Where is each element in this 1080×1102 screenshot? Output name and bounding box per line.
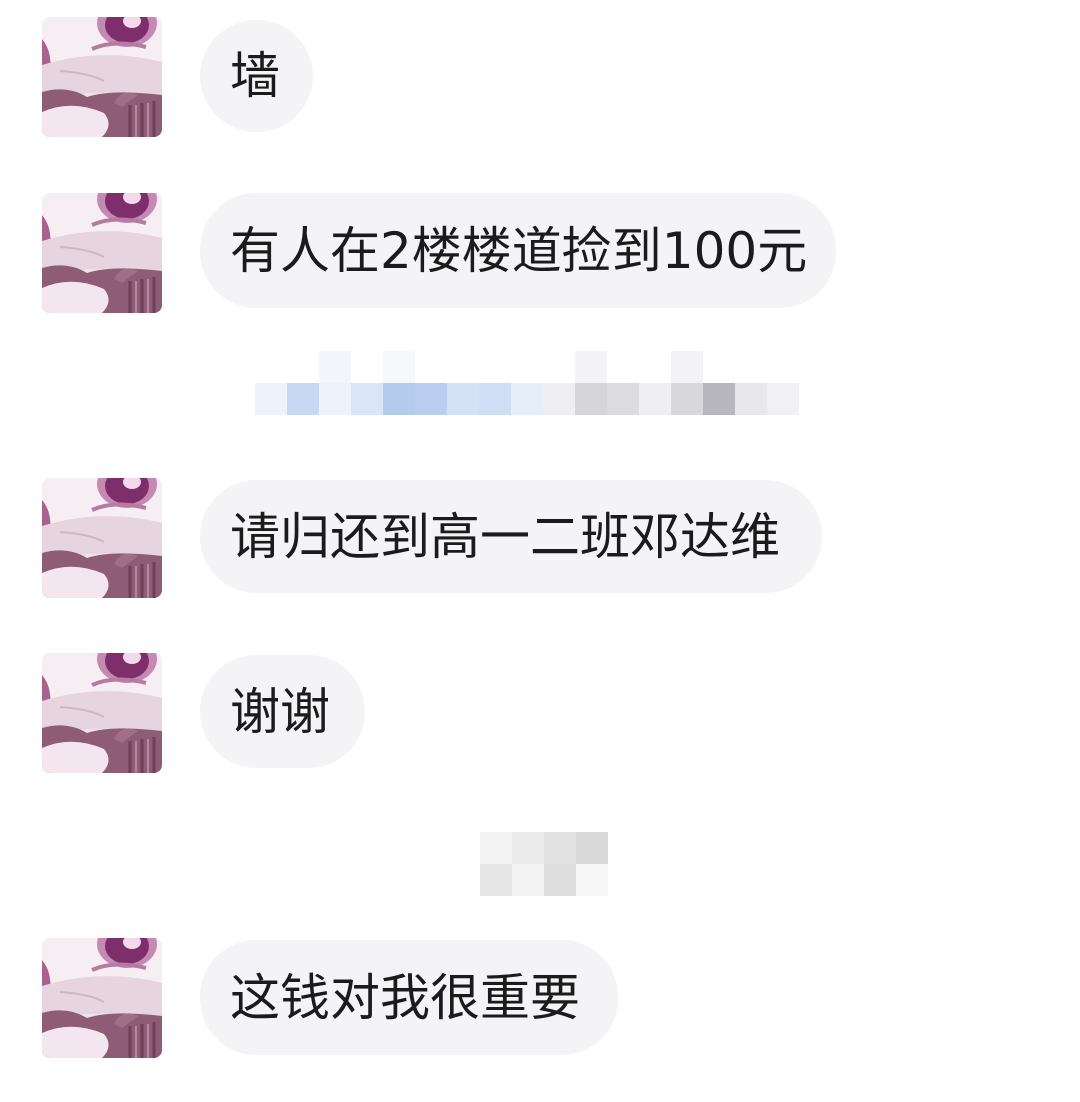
message-row: 谢谢 bbox=[0, 653, 1080, 778]
message-bubble[interactable]: 有人在2楼楼道捡到100元 bbox=[200, 193, 836, 308]
message-text: 谢谢 bbox=[230, 682, 330, 741]
message-bubble[interactable]: 谢谢 bbox=[200, 655, 365, 768]
redacted-cell bbox=[703, 383, 735, 415]
redacted-cell bbox=[576, 864, 608, 896]
avatar-image bbox=[42, 193, 162, 313]
redacted-block bbox=[480, 832, 608, 896]
chat-message-list[interactable]: 墙 有人在2楼楼道捡到100元 请归还到高一二班邓达维 谢谢 这钱对我很重要 bbox=[0, 0, 1080, 1102]
message-text: 请归还到高一二班邓达维 bbox=[230, 507, 780, 566]
sender-avatar[interactable] bbox=[42, 478, 162, 598]
message-text: 墙 bbox=[230, 47, 280, 105]
redacted-cell bbox=[287, 383, 319, 415]
sender-avatar[interactable] bbox=[42, 938, 162, 1058]
redacted-cell bbox=[543, 351, 575, 383]
redacted-cell bbox=[543, 383, 575, 415]
avatar-image bbox=[42, 17, 162, 137]
redacted-cell bbox=[607, 383, 639, 415]
redacted-cell bbox=[511, 351, 543, 383]
redacted-cell bbox=[480, 864, 512, 896]
redacted-cell bbox=[767, 351, 799, 383]
redacted-row bbox=[255, 383, 799, 415]
sender-avatar[interactable] bbox=[42, 193, 162, 313]
redacted-cell bbox=[479, 383, 511, 415]
redacted-cell bbox=[512, 864, 544, 896]
redacted-cell bbox=[319, 351, 351, 383]
redacted-cell bbox=[351, 383, 383, 415]
redacted-cell bbox=[319, 383, 351, 415]
redacted-cell bbox=[511, 383, 543, 415]
message-bubble[interactable]: 墙 bbox=[200, 20, 313, 132]
redacted-row bbox=[480, 832, 608, 864]
redacted-row bbox=[480, 864, 608, 896]
redacted-cell bbox=[575, 351, 607, 383]
redacted-cell bbox=[671, 383, 703, 415]
redacted-cell bbox=[735, 383, 767, 415]
sender-avatar[interactable] bbox=[42, 17, 162, 137]
redacted-cell bbox=[383, 351, 415, 383]
sender-avatar[interactable] bbox=[42, 653, 162, 773]
redacted-cell bbox=[639, 351, 671, 383]
message-row: 请归还到高一二班邓达维 bbox=[0, 478, 1080, 603]
avatar-image bbox=[42, 478, 162, 598]
message-row: 这钱对我很重要 bbox=[0, 938, 1080, 1063]
message-row: 墙 bbox=[0, 17, 1080, 142]
redacted-cell bbox=[703, 351, 735, 383]
redacted-block bbox=[255, 351, 799, 415]
redacted-cell bbox=[447, 351, 479, 383]
redacted-cell bbox=[735, 351, 767, 383]
redacted-cell bbox=[639, 383, 671, 415]
redacted-cell bbox=[607, 351, 639, 383]
avatar-image bbox=[42, 938, 162, 1058]
redacted-cell bbox=[544, 832, 576, 864]
redacted-cell bbox=[351, 351, 383, 383]
message-text: 有人在2楼楼道捡到100元 bbox=[230, 221, 808, 280]
redacted-cell bbox=[255, 351, 287, 383]
message-text: 这钱对我很重要 bbox=[230, 968, 580, 1027]
redacted-cell bbox=[480, 832, 512, 864]
redacted-cell bbox=[255, 383, 287, 415]
redacted-cell bbox=[575, 383, 607, 415]
redacted-cell bbox=[479, 351, 511, 383]
avatar-image bbox=[42, 653, 162, 773]
redacted-cell bbox=[576, 832, 608, 864]
redacted-cell bbox=[767, 383, 799, 415]
redacted-cell bbox=[415, 351, 447, 383]
redacted-cell bbox=[544, 864, 576, 896]
message-row: 有人在2楼楼道捡到100元 bbox=[0, 193, 1080, 318]
message-bubble[interactable]: 请归还到高一二班邓达维 bbox=[200, 480, 822, 593]
redacted-row bbox=[255, 351, 799, 383]
redacted-cell bbox=[512, 832, 544, 864]
redacted-cell bbox=[415, 383, 447, 415]
redacted-cell bbox=[671, 351, 703, 383]
redacted-cell bbox=[447, 383, 479, 415]
redacted-cell bbox=[383, 383, 415, 415]
redacted-cell bbox=[287, 351, 319, 383]
message-bubble[interactable]: 这钱对我很重要 bbox=[200, 940, 618, 1055]
